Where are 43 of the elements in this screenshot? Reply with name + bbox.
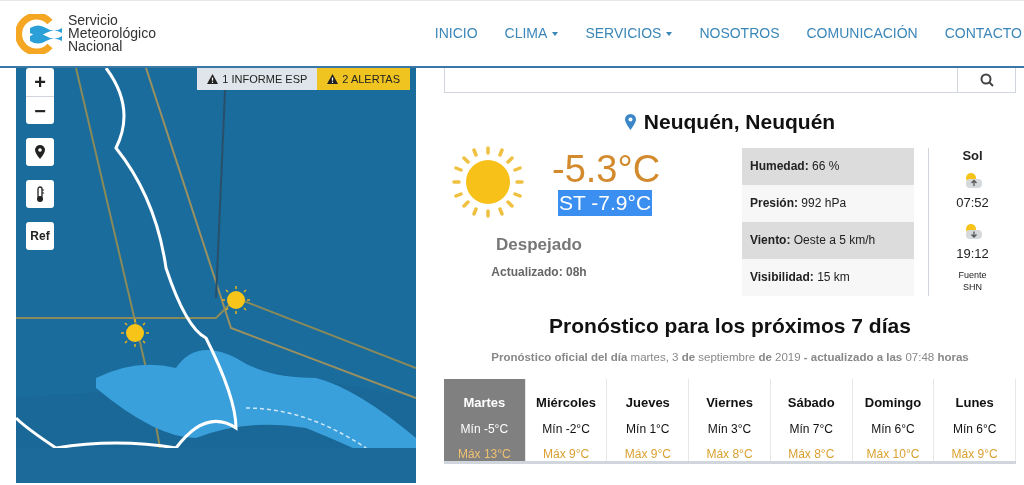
forecast-subtitle: Pronóstico oficial del día martes, 3 de septiembre de 2019 - actualizado a las 07:48 horas (490, 350, 970, 365)
forecast-title: Pronóstico para los próximos 7 días (548, 312, 912, 339)
reference-button[interactable]: Ref (26, 222, 54, 250)
location-pin-icon (35, 145, 45, 159)
temperature-value: -5.3°C (552, 147, 661, 190)
sun-icon (452, 145, 524, 218)
detail-row: Humedad: 66 % (742, 147, 914, 185)
warning-icon (327, 74, 339, 84)
source-text: Fuente SHN (957, 269, 988, 293)
nav-link[interactable]: CLIMA (504, 23, 559, 44)
temperature-button[interactable] (26, 180, 54, 208)
sun-title: Sol (962, 146, 983, 165)
day-tab[interactable]: Martes Mín -5°C Máx 13°C (444, 379, 526, 462)
search-field[interactable] (444, 68, 1016, 93)
location-title: Neuquén, Neuquén (643, 109, 836, 135)
condition-text: Despejado (496, 233, 582, 256)
location-pin-icon (624, 113, 636, 130)
sun-icon[interactable] (121, 319, 149, 347)
thermometer-icon (35, 185, 45, 203)
feels-like-text: ST -7.9°C (558, 189, 653, 216)
caret-icon (552, 31, 559, 36)
logo-icon (16, 13, 64, 54)
alert-badge[interactable]: 2 ALERTAS (317, 68, 410, 90)
search-icon (979, 73, 994, 87)
nav-link[interactable]: COMUNICACIÓN (806, 23, 918, 44)
nav-link[interactable]: SERVICIOS (585, 23, 673, 44)
detail-row: Presión: 992 hPa (742, 184, 914, 222)
zoom-in-button[interactable]: + (26, 68, 54, 96)
detail-row: Visibilidad: 15 km (742, 258, 914, 296)
nav-link[interactable]: NOSOTROS (699, 23, 780, 44)
sun-icon[interactable] (222, 286, 250, 314)
updated-text: Actualizado: 08h (491, 264, 587, 281)
report-badge[interactable]: 1 INFORME ESP (197, 68, 318, 90)
nav-link[interactable]: INICIO (434, 23, 478, 44)
sunrise-time: 07:52 (956, 194, 989, 212)
logo-text[interactable]: Servicio Meteorológico Nacional (68, 14, 168, 53)
detail-row: Viento: Oeste a 5 km/h (742, 221, 914, 259)
warning-icon (207, 74, 219, 84)
caret-icon (666, 31, 673, 36)
nav-link[interactable]: CONTACTO (944, 23, 1022, 44)
location-button[interactable] (26, 138, 54, 166)
sunset-time: 19:12 (956, 244, 989, 263)
zoom-out-button[interactable]: − (26, 96, 54, 124)
